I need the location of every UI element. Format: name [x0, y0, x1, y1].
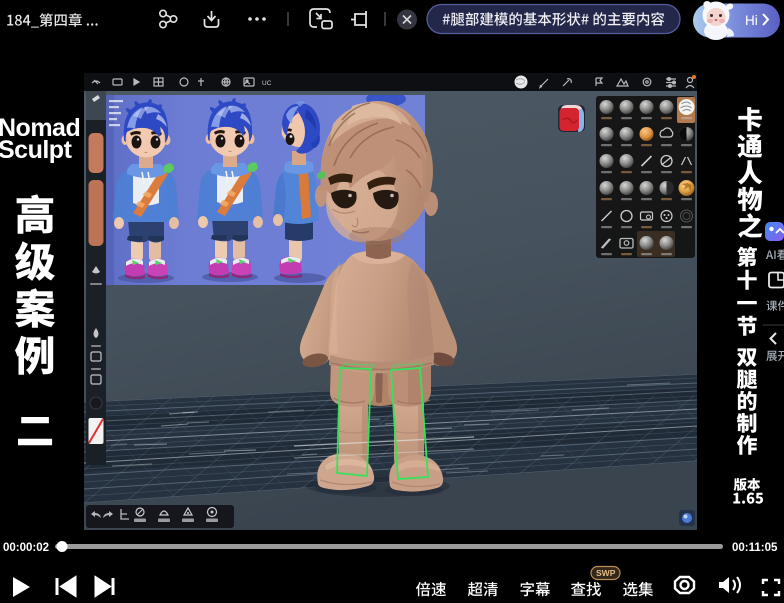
svg-text:Hi: Hi [745, 13, 758, 28]
svg-text:Sculpt: Sculpt [0, 136, 73, 164]
svg-text:00:11:05: 00:11:05 [732, 542, 778, 554]
svg-text:00:00:02: 00:00:02 [3, 542, 49, 554]
svg-text:SWP: SWP [596, 568, 616, 578]
